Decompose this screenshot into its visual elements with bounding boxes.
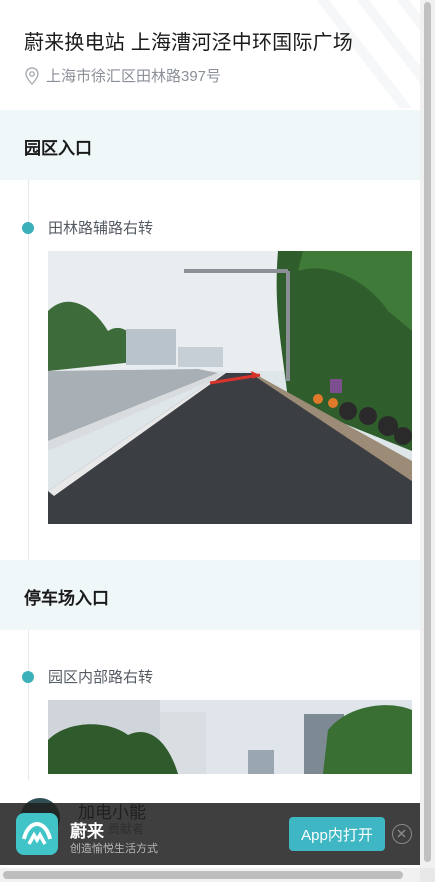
nio-logo-icon [16,813,58,855]
step-dot [22,221,34,234]
horizontal-scrollbar-thumb[interactable] [3,871,403,879]
scrollbar-corner [420,868,435,882]
route-photo-image [48,700,412,774]
route-step: 田林路辅路右转 [22,217,153,238]
horizontal-scrollbar[interactable] [0,868,420,882]
app-download-banner: 蔚来 创造愉悦生活方式 App内打开 [0,803,420,865]
route-photo-park-entrance[interactable] [48,251,412,524]
step-text: 田林路辅路右转 [48,220,154,237]
close-icon[interactable] [392,824,412,844]
section-title: 停车场入口 [24,589,109,608]
timeline-line [28,630,29,780]
page-title: 蔚来换电站 上海漕河泾中环国际广场 [24,32,353,54]
section-parking-entrance: 停车场入口 [0,560,420,630]
address-text: 上海市徐汇区田林路397号 [46,68,222,85]
step-dot [22,670,34,683]
section-park-entrance: 园区入口 [0,110,420,180]
vertical-scrollbar[interactable] [420,0,435,868]
step-text: 园区内部路右转 [48,669,154,686]
brand-name: 蔚来 [70,822,104,841]
station-address: 上海市徐汇区田林路397号 [24,65,221,86]
section-title: 园区入口 [24,139,92,158]
route-photo-parking-entrance[interactable] [48,700,412,774]
station-header: 蔚来换电站 上海漕河泾中环国际广场 上海市徐汇区田林路397号 [0,0,435,108]
route-photo-image [48,251,412,524]
route-step: 园区内部路右转 [22,666,153,687]
open-in-app-button[interactable]: App内打开 [289,817,385,851]
vertical-scrollbar-thumb[interactable] [424,2,431,862]
brand-slogan: 创造愉悦生活方式 [70,843,158,855]
location-pin-icon [25,66,39,85]
